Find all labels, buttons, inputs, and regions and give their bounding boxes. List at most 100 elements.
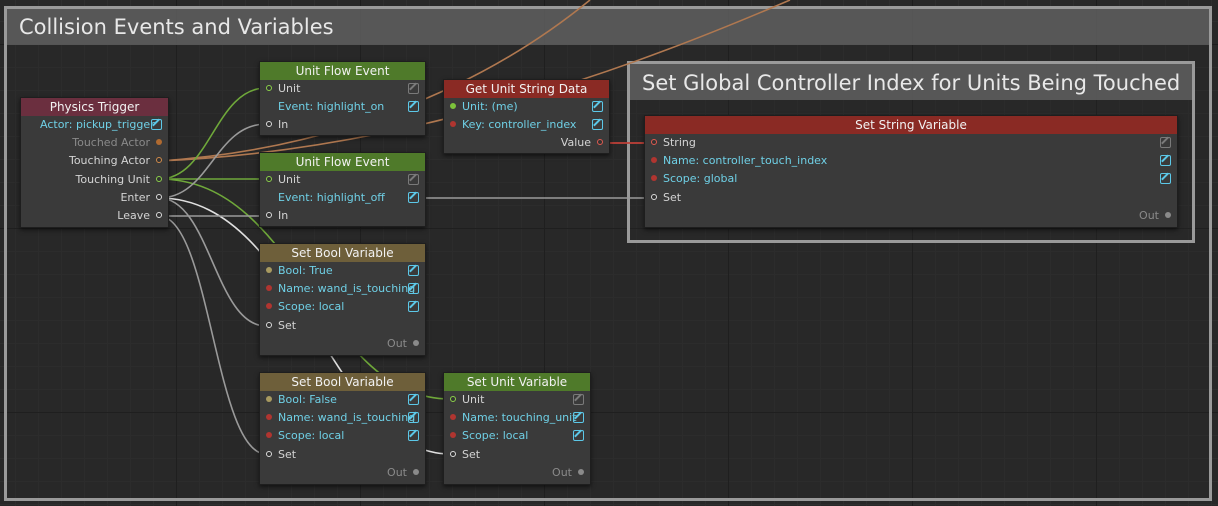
edit-icon[interactable] (573, 394, 584, 405)
actor-param[interactable]: Actor: pickup_trigger (21, 116, 168, 134)
output-pin[interactable] (413, 339, 419, 346)
input-pin[interactable] (266, 450, 272, 457)
input-pin[interactable] (266, 432, 272, 439)
output-pin[interactable] (1165, 211, 1171, 218)
input-pin[interactable] (266, 396, 272, 402)
node-get-unit-string-data[interactable]: Get Unit String Data Unit: (me) Key: con… (443, 79, 610, 154)
input-pin[interactable] (266, 121, 272, 128)
touching-actor-output[interactable]: Touching Actor (21, 152, 168, 170)
output-pin[interactable] (578, 468, 584, 475)
edit-icon[interactable] (408, 283, 419, 295)
edit-icon[interactable] (408, 301, 419, 313)
unit-input[interactable]: Unit (260, 171, 425, 189)
touched-actor-output[interactable]: Touched Actor (21, 134, 168, 152)
edit-icon[interactable] (408, 101, 419, 113)
set-input[interactable]: Set (260, 317, 425, 335)
input-pin[interactable] (266, 414, 272, 421)
output-pin[interactable] (156, 175, 162, 182)
input-pin[interactable] (450, 103, 456, 109)
name-param[interactable]: Name: controller_touch_index (645, 152, 1177, 170)
out-output[interactable]: Out (444, 464, 590, 482)
input-pin[interactable] (651, 175, 657, 182)
scope-param[interactable]: Scope: local (260, 298, 425, 316)
input-pin[interactable] (266, 212, 272, 219)
leave-output[interactable]: Leave (21, 207, 168, 225)
unit-param[interactable]: Unit: (me) (444, 98, 609, 116)
unit-input[interactable]: Unit (260, 80, 425, 98)
out-output[interactable]: Out (260, 464, 425, 482)
input-pin[interactable] (450, 396, 456, 402)
unit-input[interactable]: Unit (444, 391, 590, 409)
edit-icon[interactable] (1160, 155, 1171, 167)
key-param[interactable]: Key: controller_index (444, 116, 609, 134)
node-set-bool-variable-true[interactable]: Set Bool Variable Bool: True Name: wand_… (259, 243, 426, 356)
output-pin[interactable] (156, 193, 162, 200)
node-title[interactable]: Unit Flow Event (260, 62, 425, 80)
bool-param[interactable]: Bool: True (260, 262, 425, 280)
set-input[interactable]: Set (260, 446, 425, 464)
edit-icon[interactable] (573, 412, 584, 424)
input-pin[interactable] (450, 450, 456, 457)
event-param[interactable]: Event: highlight_off (260, 189, 425, 207)
input-pin[interactable] (266, 285, 272, 292)
output-pin[interactable] (413, 468, 419, 475)
name-param[interactable]: Name: wand_is_touching (260, 409, 425, 427)
edit-icon[interactable] (1160, 137, 1171, 148)
node-title[interactable]: Set Bool Variable (260, 244, 425, 262)
set-input[interactable]: Set (444, 446, 590, 464)
input-pin[interactable] (266, 176, 272, 182)
node-set-string-variable[interactable]: Set String Variable String Name: control… (644, 115, 1178, 228)
scope-param[interactable]: Scope: local (444, 427, 590, 445)
scope-param[interactable]: Scope: local (260, 427, 425, 445)
node-title[interactable]: Set Bool Variable (260, 373, 425, 391)
input-pin[interactable] (450, 121, 456, 128)
out-output[interactable]: Out (645, 207, 1177, 225)
name-param[interactable]: Name: touching_unit (444, 409, 590, 427)
input-pin[interactable] (651, 193, 657, 200)
set-input[interactable]: Set (645, 189, 1177, 207)
node-title[interactable]: Physics Trigger (21, 98, 168, 116)
in-input[interactable]: In (260, 116, 425, 134)
in-input[interactable]: In (260, 207, 425, 225)
output-pin[interactable] (156, 157, 162, 164)
edit-icon[interactable] (408, 430, 419, 442)
node-title[interactable]: Set Unit Variable (444, 373, 590, 391)
edit-icon[interactable] (592, 101, 603, 112)
enter-output[interactable]: Enter (21, 189, 168, 207)
node-set-bool-variable-false[interactable]: Set Bool Variable Bool: False Name: wand… (259, 372, 426, 485)
node-set-unit-variable[interactable]: Set Unit Variable Unit Name: touching_un… (443, 372, 591, 485)
edit-icon[interactable] (408, 412, 419, 424)
input-pin[interactable] (266, 85, 272, 91)
node-unit-flow-event-off[interactable]: Unit Flow Event Unit Event: highlight_of… (259, 152, 426, 227)
value-output[interactable]: Value (444, 134, 609, 152)
string-input[interactable]: String (645, 134, 1177, 152)
output-pin[interactable] (156, 139, 162, 146)
input-pin[interactable] (651, 157, 657, 164)
node-title[interactable]: Unit Flow Event (260, 153, 425, 171)
name-param[interactable]: Name: wand_is_touching (260, 280, 425, 298)
input-pin[interactable] (450, 432, 456, 439)
input-pin[interactable] (266, 303, 272, 310)
input-pin[interactable] (266, 321, 272, 328)
out-output[interactable]: Out (260, 335, 425, 353)
input-pin[interactable] (450, 414, 456, 421)
input-pin[interactable] (651, 139, 657, 145)
node-unit-flow-event-on[interactable]: Unit Flow Event Unit Event: highlight_on… (259, 61, 426, 136)
touching-unit-output[interactable]: Touching Unit (21, 171, 168, 189)
edit-icon[interactable] (573, 430, 584, 442)
node-title[interactable]: Get Unit String Data (444, 80, 609, 98)
edit-icon[interactable] (408, 265, 419, 276)
bool-param[interactable]: Bool: False (260, 391, 425, 409)
edit-icon[interactable] (151, 119, 162, 130)
edit-icon[interactable] (408, 83, 419, 94)
edit-icon[interactable] (408, 174, 419, 185)
node-physics-trigger[interactable]: Physics Trigger Actor: pickup_trigger To… (20, 97, 169, 228)
input-pin[interactable] (266, 267, 272, 273)
event-param[interactable]: Event: highlight_on (260, 98, 425, 116)
output-pin[interactable] (597, 139, 603, 146)
scope-param[interactable]: Scope: global (645, 170, 1177, 188)
output-pin[interactable] (156, 211, 162, 218)
edit-icon[interactable] (408, 192, 419, 204)
node-title[interactable]: Set String Variable (645, 116, 1177, 134)
edit-icon[interactable] (408, 394, 419, 405)
